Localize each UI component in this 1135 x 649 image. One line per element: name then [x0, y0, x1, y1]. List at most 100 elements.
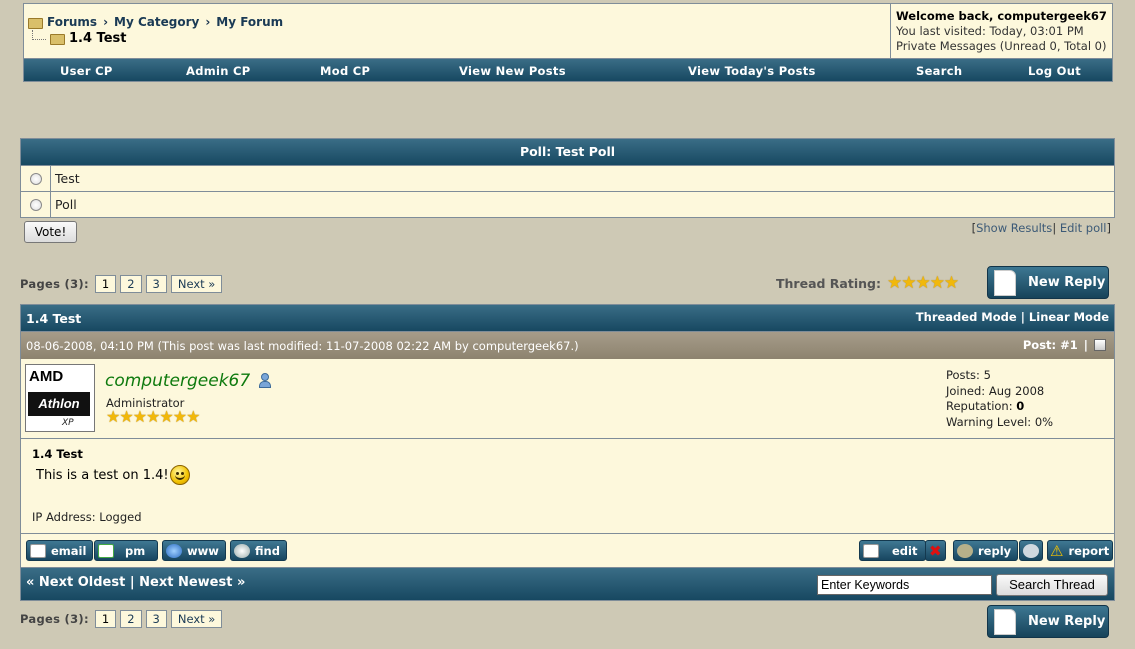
tree-connector-icon	[32, 30, 46, 40]
post-number: Post: #1 |	[1023, 338, 1106, 352]
author-post-count: 5	[983, 368, 991, 382]
avatar-logo-text: XP	[62, 418, 74, 428]
breadcrumb-forum[interactable]: My Forum	[216, 15, 283, 29]
post-author-section: AMD Athlon XP computergeek67 Administrat…	[21, 359, 1114, 439]
poll-option-radio[interactable]	[29, 172, 42, 185]
post-meta-bar: 08-06-2008, 04:10 PM (This post was last…	[21, 331, 1114, 359]
page-link-3[interactable]: 3	[145, 610, 167, 628]
author-reputation[interactable]: 0	[1016, 399, 1024, 413]
poll-option-label: Poll	[55, 197, 77, 212]
new-reply-label: New Reply	[1028, 275, 1106, 290]
speech-bubble-icon	[957, 543, 973, 558]
avatar[interactable]: AMD Athlon XP	[25, 364, 95, 432]
reply-button[interactable]: reply	[953, 540, 1019, 561]
edit-button[interactable]: edit	[859, 540, 927, 561]
online-status-icon	[259, 373, 271, 389]
vote-button[interactable]: Vote!	[24, 221, 77, 243]
nav-search[interactable]: Search	[916, 64, 962, 78]
page-link-3[interactable]: 3	[145, 275, 167, 293]
post-message: This is a test on 1.4!	[36, 465, 190, 485]
poll-option-radio[interactable]	[29, 198, 42, 211]
www-button[interactable]: www	[162, 540, 226, 561]
private-messages-link[interactable]: Private Messages (Unread 0, Total 0)	[896, 39, 1107, 53]
page-next-link[interactable]: Next »	[170, 275, 223, 293]
next-oldest-link[interactable]: « Next Oldest	[26, 575, 125, 590]
post-actions-bar: email pm www find edit ✖ reply ⚠ report	[21, 533, 1114, 567]
nav-user-cp[interactable]: User CP	[60, 64, 113, 78]
quote-button[interactable]	[1019, 540, 1043, 561]
welcome-panel: Welcome back, computergeek67 You last vi…	[890, 4, 1112, 59]
poll-links: [Show Results| Edit poll]	[971, 221, 1111, 235]
author-stats: Posts: 5 Joined: Aug 2008 Reputation: 0 …	[946, 368, 1054, 429]
page-link-1[interactable]: 1	[94, 275, 117, 293]
author-username-link[interactable]: computergeek67	[105, 371, 250, 391]
author-joined: Aug 2008	[988, 383, 1045, 398]
nav-log-out[interactable]: Log Out	[1028, 64, 1081, 78]
breadcrumb-separator: ›	[205, 15, 211, 29]
thread-header: 1.4 Test Threaded Mode | Linear Mode	[21, 305, 1114, 331]
thread-rating-label: Thread Rating:	[776, 275, 881, 291]
pagination-label: Pages (3):	[20, 277, 89, 291]
thread-title: 1.4 Test	[26, 311, 82, 326]
breadcrumb-forums[interactable]: Forums	[47, 15, 97, 29]
post-select-checkbox[interactable]	[1094, 339, 1106, 351]
thread-rating: Thread Rating: ★★★★★	[776, 273, 959, 293]
breadcrumb-category[interactable]: My Category	[114, 15, 199, 29]
author-rank-stars-icon: ★★★★★★★	[106, 407, 200, 426]
breadcrumb: Forums › My Category › My Forum 1.4 Test	[28, 14, 283, 46]
poll-option[interactable]: Poll	[21, 191, 1114, 217]
pm-icon	[98, 543, 114, 558]
page-next-link[interactable]: Next »	[170, 610, 223, 628]
threaded-mode-link[interactable]: Threaded Mode	[916, 310, 1017, 324]
nav-view-new-posts[interactable]: View New Posts	[459, 64, 566, 78]
author-warning-level[interactable]: 0%	[1035, 415, 1053, 429]
warning-icon: ⚠	[1050, 541, 1064, 560]
new-document-icon	[994, 608, 1016, 635]
post-message-text: This is a test on 1.4!	[36, 467, 169, 483]
thread-footer: « Next Oldest | Next Newest » Search Thr…	[21, 567, 1114, 600]
find-button[interactable]: find	[230, 540, 287, 561]
next-newest-link[interactable]: Next Newest »	[139, 575, 245, 590]
pagination-top: Pages (3): 1 2 3 Next »	[20, 275, 223, 293]
edit-poll-link[interactable]: Edit poll	[1060, 221, 1107, 235]
page-link-2[interactable]: 2	[120, 610, 142, 628]
breadcrumb-separator: ›	[103, 15, 109, 29]
nav-admin-cp[interactable]: Admin CP	[186, 64, 251, 78]
page-link-1[interactable]: 1	[94, 610, 117, 628]
post-datetime: 08-06-2008, 04:10 PM (This post was last…	[26, 339, 579, 353]
thread-mode-links: Threaded Mode | Linear Mode	[915, 310, 1109, 324]
thread-table: 1.4 Test Threaded Mode | Linear Mode 08-…	[20, 304, 1115, 601]
pagination-label: Pages (3):	[20, 612, 89, 626]
globe-icon	[166, 543, 182, 558]
folder-icon	[28, 17, 43, 29]
delete-button[interactable]: ✖	[925, 540, 946, 561]
search-thread-button[interactable]: Search Thread	[996, 574, 1108, 596]
email-button[interactable]: email	[26, 540, 94, 561]
welcome-text: Welcome back, computergeek67	[896, 9, 1107, 23]
search-keywords-input[interactable]	[817, 575, 992, 595]
page-link-2[interactable]: 2	[120, 275, 142, 293]
new-reply-button[interactable]: New Reply	[987, 605, 1109, 638]
new-reply-label: New Reply	[1028, 614, 1106, 629]
show-results-link[interactable]: Show Results	[976, 221, 1052, 235]
linear-mode-link[interactable]: Linear Mode	[1029, 310, 1109, 324]
post-body: 1.4 Test This is a test on 1.4! IP Addre…	[21, 439, 1114, 533]
poll-table: Poll: Test Poll Test Poll	[20, 138, 1115, 218]
poll-title: Poll: Test Poll	[21, 139, 1114, 165]
rating-stars-icon[interactable]: ★★★★★	[887, 273, 959, 293]
pm-button[interactable]: pm	[94, 540, 159, 561]
poll-option[interactable]: Test	[21, 165, 1114, 191]
pencil-icon	[863, 543, 879, 558]
quote-bubble-icon	[1023, 543, 1039, 558]
nav-view-todays-posts[interactable]: View Today's Posts	[688, 64, 816, 78]
post-number-link[interactable]: Post: #1	[1023, 338, 1078, 352]
delete-x-icon: ✖	[929, 541, 942, 560]
magnifier-icon	[234, 543, 250, 558]
nav-mod-cp[interactable]: Mod CP	[320, 64, 370, 78]
new-reply-button[interactable]: New Reply	[987, 266, 1109, 299]
pagination-bottom: Pages (3): 1 2 3 Next »	[20, 610, 223, 628]
report-button[interactable]: ⚠ report	[1047, 540, 1114, 561]
forum-header: Forums › My Category › My Forum 1.4 Test…	[23, 3, 1113, 82]
folder-open-icon	[50, 33, 65, 45]
post-ip-address: IP Address: Logged	[32, 510, 142, 524]
